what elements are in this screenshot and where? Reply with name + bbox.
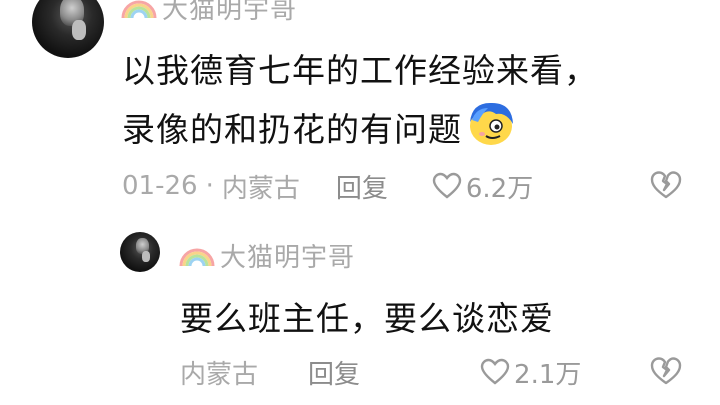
heart-icon (480, 358, 510, 386)
reply-header: 大猫明宇哥 (178, 237, 355, 274)
reply-button[interactable]: 回复 (308, 354, 360, 391)
reply-username[interactable]: 大猫明宇哥 (220, 237, 355, 274)
comment-text-line-2-content: 录像的和扔花的有问题 (122, 110, 462, 149)
comment-header: 大猫明宇哥 (120, 0, 297, 26)
like-button[interactable]: 6.2万 (432, 168, 533, 205)
heart-icon (432, 172, 462, 200)
broken-heart-icon (650, 171, 682, 204)
meta-separator: · (205, 171, 214, 201)
like-count: 6.2万 (465, 173, 534, 204)
dislike-button[interactable] (650, 170, 682, 204)
avatar[interactable] (32, 0, 104, 58)
comment-date: 01-26 (122, 171, 198, 201)
blue-hair-face-emoji (466, 100, 516, 154)
reply-text: 要么班主任，要么谈恋爱 (180, 299, 554, 338)
rainbow-icon (120, 0, 158, 20)
rainbow-icon (178, 242, 216, 268)
comment-location: 内蒙古 (221, 173, 300, 204)
comment-meta: 01-26 · 内蒙古 回复 6.2万 (122, 166, 533, 206)
reply-location: 内蒙古 (180, 359, 259, 390)
comment-text-line-2: 录像的和扔花的有问题 (122, 100, 516, 154)
reply-avatar[interactable] (120, 232, 160, 272)
dislike-button[interactable] (650, 356, 682, 390)
reply-meta: 内蒙古 回复 2.1万 (180, 352, 581, 392)
comment-text-line-1: 以我德育七年的工作经验来看， (122, 51, 598, 90)
like-count: 2.1万 (514, 359, 582, 390)
broken-heart-icon (650, 357, 682, 390)
reply-button[interactable]: 回复 (336, 168, 388, 205)
like-button[interactable]: 2.1万 (480, 354, 581, 391)
username[interactable]: 大猫明宇哥 (162, 0, 297, 26)
